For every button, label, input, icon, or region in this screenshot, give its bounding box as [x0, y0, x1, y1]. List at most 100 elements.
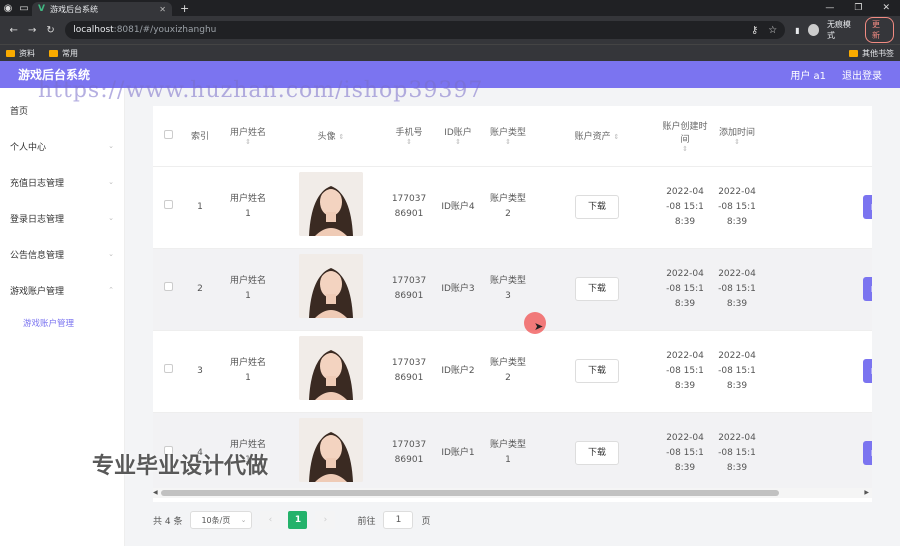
accounts-table: 索引 用户姓名 ⇕ 头像 ⇕ 手机号 ⇕ ID账户 ⇕ 账户类型 ⇕ 账户资产 ⇕ 账户…: [153, 106, 872, 502]
cell-added: 2022-04-08 15:18:39: [711, 411, 763, 494]
sidepanel-icon[interactable]: ▮: [795, 26, 799, 35]
column-header-created[interactable]: 账户创建时间 ⇕: [659, 106, 711, 166]
detail-button[interactable]: ▣ 详: [863, 441, 872, 466]
cell-index: 2: [183, 247, 217, 330]
sort-icon[interactable]: ⇕: [711, 138, 763, 146]
row-checkbox[interactable]: [163, 199, 173, 209]
sort-icon[interactable]: ⇕: [217, 138, 279, 146]
column-header-avatar[interactable]: 头像 ⇕: [279, 106, 383, 166]
reload-icon[interactable]: ↻: [43, 25, 58, 36]
column-header-index[interactable]: 索引: [183, 106, 217, 166]
browser-tab[interactable]: V 游戏后台系统 ✕: [32, 2, 172, 16]
logout-button[interactable]: 退出登录: [842, 67, 882, 82]
avatar-image[interactable]: [299, 336, 363, 400]
vue-logo-icon: V: [38, 4, 45, 14]
cell-avatar: [279, 411, 383, 494]
download-button[interactable]: 下载: [575, 277, 619, 301]
cell-name-text: 用户姓名1: [230, 358, 267, 383]
horizontal-scrollbar[interactable]: ◀ ▶: [153, 488, 872, 498]
goto-page-input[interactable]: 1: [383, 511, 414, 529]
sort-icon[interactable]: ⇕: [339, 133, 345, 141]
back-icon[interactable]: ←: [6, 25, 21, 36]
row-checkbox[interactable]: [163, 363, 173, 373]
sort-icon[interactable]: ⇕: [659, 145, 711, 153]
cell-name: 用户姓名1: [217, 165, 279, 248]
cursor-icon: ➤: [534, 320, 544, 333]
cell-type-text: 账户类型1: [489, 440, 526, 466]
avatar-image[interactable]: [299, 254, 363, 318]
prev-page-button[interactable]: ‹: [260, 511, 281, 529]
avatar-image[interactable]: [299, 418, 363, 483]
column-header-phone[interactable]: 手机号 ⇕: [383, 106, 435, 166]
bookmark-folder[interactable]: 资料: [6, 48, 35, 59]
sort-icon[interactable]: ⇕: [435, 138, 481, 146]
cell-avatar: [279, 247, 383, 330]
sidebar-item-recharge-log[interactable]: 充值日志管理 ⌄: [0, 164, 124, 200]
sort-icon[interactable]: ⇕: [481, 138, 535, 146]
sidebar-subitem-game-account[interactable]: 游戏账户管理: [0, 308, 124, 338]
restore-icon[interactable]: ❐: [854, 3, 862, 13]
close-tab-icon[interactable]: ✕: [159, 5, 166, 14]
download-button[interactable]: 下载: [575, 359, 619, 383]
bookmark-label: 常用: [62, 48, 78, 58]
cell-actions: ▣ 详: [763, 329, 872, 412]
sort-icon[interactable]: ⇕: [614, 133, 620, 141]
key-icon[interactable]: ⚷: [751, 25, 758, 36]
page-size-select[interactable]: 10条/页 ⌄: [190, 511, 253, 529]
detail-icon: ▣: [871, 448, 872, 457]
cell-phone-text: 17703786901: [391, 358, 427, 383]
bookmark-folder[interactable]: 常用: [49, 48, 78, 59]
next-page-button[interactable]: ›: [315, 511, 336, 529]
cell-phone: 17703786901: [383, 247, 435, 330]
scrollbar-thumb[interactable]: [161, 490, 779, 496]
detail-button[interactable]: ▣ 详: [863, 195, 872, 219]
url-path: :8081/#/youxizhanghu: [113, 25, 217, 35]
pagination: 共 4 条 10条/页 ⌄ ‹ 1 › 前往 1 页: [153, 502, 872, 538]
new-tab-icon[interactable]: +: [180, 2, 189, 15]
url-field[interactable]: localhost:8081/#/youxizhanghu ⚷ ☆: [65, 21, 786, 39]
current-user[interactable]: 用户 a1: [790, 67, 826, 82]
sidebar-item-game-account[interactable]: 游戏账户管理 ⌃: [0, 272, 124, 308]
tab-overview-icon[interactable]: ▭: [16, 0, 32, 16]
sort-icon[interactable]: ⇕: [383, 138, 435, 146]
incognito-label[interactable]: 无痕模式: [827, 19, 857, 41]
cell-phone-text: 17703786901: [391, 440, 427, 466]
forward-icon[interactable]: →: [24, 25, 39, 36]
row-checkbox[interactable]: [163, 281, 173, 291]
chevron-down-icon: ⌄: [108, 178, 114, 186]
page-number-button[interactable]: 1: [288, 511, 308, 529]
cell-created-text: 2022-04-08 15:18:39: [666, 186, 704, 227]
minimize-icon[interactable]: —: [825, 3, 834, 13]
cell-added: 2022-04-08 15:18:39: [711, 247, 763, 330]
column-header-name[interactable]: 用户姓名 ⇕: [217, 106, 279, 166]
sidebar-item-profile[interactable]: 个人中心 ⌄: [0, 128, 124, 164]
cell-created: 2022-04-08 15:18:39: [659, 411, 711, 494]
bookmark-star-icon[interactable]: ☆: [768, 25, 777, 36]
select-all-checkbox[interactable]: [163, 129, 173, 139]
cell-asset: 下载: [535, 329, 659, 412]
table-header-row: 索引 用户姓名 ⇕ 头像 ⇕ 手机号 ⇕ ID账户 ⇕ 账户类型 ⇕ 账户资产 ⇕ 账户…: [153, 106, 872, 166]
other-bookmarks[interactable]: 其他书签: [849, 48, 894, 59]
download-button[interactable]: 下载: [575, 195, 619, 219]
cell-type: 账户类型1: [481, 411, 535, 494]
column-header-id[interactable]: ID账户 ⇕: [435, 106, 481, 166]
scroll-left-icon[interactable]: ◀: [153, 489, 158, 496]
download-button[interactable]: 下载: [575, 441, 619, 466]
detail-button[interactable]: ▣ 详: [863, 359, 872, 383]
sidebar-item-login-log[interactable]: 登录日志管理 ⌄: [0, 200, 124, 236]
detail-button[interactable]: ▣ 详: [863, 277, 872, 301]
cell-id: ID账户1: [435, 411, 481, 494]
column-label: 头像: [317, 132, 336, 143]
update-button[interactable]: 更新: [864, 17, 894, 43]
chevron-up-icon: ⌃: [108, 286, 114, 294]
column-header-added[interactable]: 添加时间 ⇕: [711, 106, 763, 166]
browser-menu-icon[interactable]: ◉: [0, 0, 16, 16]
column-header-asset[interactable]: 账户资产 ⇕: [535, 106, 659, 166]
detail-icon: ▣: [871, 366, 872, 375]
column-header-type[interactable]: 账户类型 ⇕: [481, 106, 535, 166]
column-label: 用户姓名: [229, 128, 266, 139]
close-window-icon[interactable]: ✕: [882, 3, 890, 13]
scroll-right-icon[interactable]: ▶: [864, 489, 869, 496]
sidebar-item-notice[interactable]: 公告信息管理 ⌄: [0, 236, 124, 272]
avatar-image[interactable]: [299, 172, 363, 236]
